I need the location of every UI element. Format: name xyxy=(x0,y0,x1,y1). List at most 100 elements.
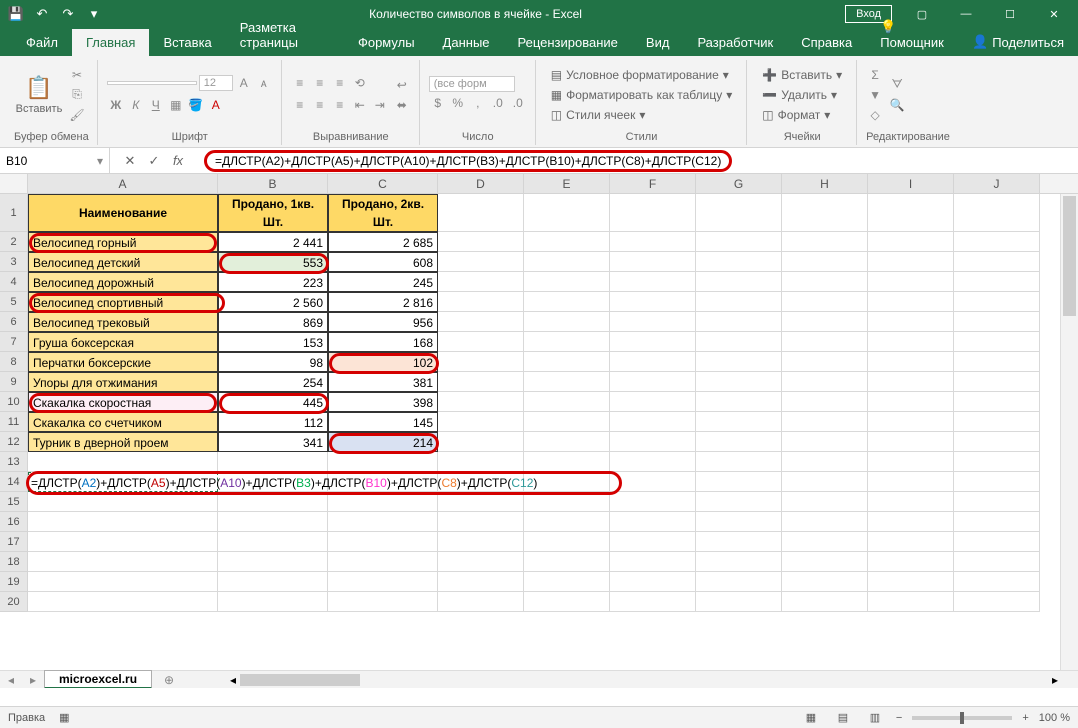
cell-h14[interactable] xyxy=(782,472,868,492)
cell-b1[interactable]: Продано, 1кв.Шт. xyxy=(218,194,328,232)
cell-d9[interactable] xyxy=(438,372,524,392)
cell-g4[interactable] xyxy=(696,272,782,292)
row-header-7[interactable]: 7 xyxy=(0,332,28,352)
cell-i3[interactable] xyxy=(868,252,954,272)
cell-a2[interactable]: Велосипед горный xyxy=(28,232,218,252)
zoom-in-icon[interactable]: + xyxy=(1022,712,1028,724)
cell-b18[interactable] xyxy=(218,552,328,572)
comma-icon[interactable]: , xyxy=(469,94,487,112)
number-format-select[interactable]: (все форм xyxy=(429,76,515,92)
cell-j2[interactable] xyxy=(954,232,1040,252)
merge-icon[interactable]: ⬌ xyxy=(393,96,411,114)
cell-a6[interactable]: Велосипед трековый xyxy=(28,312,218,332)
cell-g13[interactable] xyxy=(696,452,782,472)
format-painter-icon[interactable]: 🖌 xyxy=(68,106,86,124)
cell-i19[interactable] xyxy=(868,572,954,592)
row-header-4[interactable]: 4 xyxy=(0,272,28,292)
cell-a9[interactable]: Упоры для отжимания xyxy=(28,372,218,392)
cell-i11[interactable] xyxy=(868,412,954,432)
cell-g1[interactable] xyxy=(696,194,782,232)
cell-h10[interactable] xyxy=(782,392,868,412)
cell-e7[interactable] xyxy=(524,332,610,352)
cell-h7[interactable] xyxy=(782,332,868,352)
tab-formulas[interactable]: Формулы xyxy=(344,29,429,56)
horizontal-scrollbar[interactable]: ◂ ▸ xyxy=(210,673,1078,687)
cell-f1[interactable] xyxy=(610,194,696,232)
cell-f14[interactable] xyxy=(610,472,696,492)
cell-f6[interactable] xyxy=(610,312,696,332)
tab-review[interactable]: Рецензирование xyxy=(504,29,632,56)
cell-b4[interactable]: 223 xyxy=(218,272,328,292)
row-header-5[interactable]: 5 xyxy=(0,292,28,312)
tell-me[interactable]: 💡 Помощник xyxy=(866,13,958,56)
row-header-16[interactable]: 16 xyxy=(0,512,28,532)
cell-a5[interactable]: Велосипед спортивный xyxy=(28,292,218,312)
cell-j18[interactable] xyxy=(954,552,1040,572)
col-header-a[interactable]: A xyxy=(28,174,218,193)
row-header-19[interactable]: 19 xyxy=(0,572,28,592)
cell-j13[interactable] xyxy=(954,452,1040,472)
cell-b17[interactable] xyxy=(218,532,328,552)
tab-home[interactable]: Главная xyxy=(72,29,149,56)
cell-j5[interactable] xyxy=(954,292,1040,312)
cell-g18[interactable] xyxy=(696,552,782,572)
cell-d19[interactable] xyxy=(438,572,524,592)
zoom-out-icon[interactable]: − xyxy=(896,712,902,724)
cell-b7[interactable]: 153 xyxy=(218,332,328,352)
cell-j16[interactable] xyxy=(954,512,1040,532)
zoom-value[interactable]: 100 % xyxy=(1039,712,1070,724)
cell-e10[interactable] xyxy=(524,392,610,412)
cell-h16[interactable] xyxy=(782,512,868,532)
cell-j7[interactable] xyxy=(954,332,1040,352)
cell-g14[interactable] xyxy=(696,472,782,492)
row-header-1[interactable]: 1 xyxy=(0,194,28,232)
font-size-select[interactable]: 12 xyxy=(199,75,233,91)
cell-a4[interactable]: Велосипед дорожный xyxy=(28,272,218,292)
cell-h9[interactable] xyxy=(782,372,868,392)
cell-a18[interactable] xyxy=(28,552,218,572)
inc-decimal-icon[interactable]: .0 xyxy=(489,94,507,112)
cell-b8[interactable]: 98 xyxy=(218,352,328,372)
cell-e2[interactable] xyxy=(524,232,610,252)
cell-d11[interactable] xyxy=(438,412,524,432)
cell-d4[interactable] xyxy=(438,272,524,292)
cell-d13[interactable] xyxy=(438,452,524,472)
row-header-14[interactable]: 14 xyxy=(0,472,28,492)
cell-j14[interactable] xyxy=(954,472,1040,492)
cell-f17[interactable] xyxy=(610,532,696,552)
cell-h1[interactable] xyxy=(782,194,868,232)
underline-icon[interactable]: Ч xyxy=(147,96,165,114)
cell-i8[interactable] xyxy=(868,352,954,372)
cell-h6[interactable] xyxy=(782,312,868,332)
delete-cells-button[interactable]: ➖ Удалить ▾ xyxy=(756,86,848,104)
add-sheet-icon[interactable]: ⊕ xyxy=(158,669,180,689)
cell-i1[interactable] xyxy=(868,194,954,232)
cell-c16[interactable] xyxy=(328,512,438,532)
row-header-18[interactable]: 18 xyxy=(0,552,28,572)
cell-c8[interactable]: 102 xyxy=(328,352,438,372)
cell-d3[interactable] xyxy=(438,252,524,272)
normal-view-icon[interactable]: ▦ xyxy=(800,709,822,727)
cell-i4[interactable] xyxy=(868,272,954,292)
fill-icon[interactable]: ▼ xyxy=(866,86,884,104)
cell-b11[interactable]: 112 xyxy=(218,412,328,432)
cell-j4[interactable] xyxy=(954,272,1040,292)
cell-e8[interactable] xyxy=(524,352,610,372)
cell-e4[interactable] xyxy=(524,272,610,292)
cell-c7[interactable]: 168 xyxy=(328,332,438,352)
cell-a3[interactable]: Велосипед детский xyxy=(28,252,218,272)
currency-icon[interactable]: $ xyxy=(429,94,447,112)
macro-record-icon[interactable]: ▦ xyxy=(59,711,69,724)
cell-h13[interactable] xyxy=(782,452,868,472)
cell-h11[interactable] xyxy=(782,412,868,432)
cell-f11[interactable] xyxy=(610,412,696,432)
cell-a1[interactable]: Наименование xyxy=(28,194,218,232)
dec-decimal-icon[interactable]: .0 xyxy=(509,94,527,112)
qat-customize-icon[interactable]: ▾ xyxy=(82,2,106,26)
cell-g5[interactable] xyxy=(696,292,782,312)
cell-i17[interactable] xyxy=(868,532,954,552)
cell-e18[interactable] xyxy=(524,552,610,572)
cell-b16[interactable] xyxy=(218,512,328,532)
cell-i2[interactable] xyxy=(868,232,954,252)
tab-data[interactable]: Данные xyxy=(429,29,504,56)
